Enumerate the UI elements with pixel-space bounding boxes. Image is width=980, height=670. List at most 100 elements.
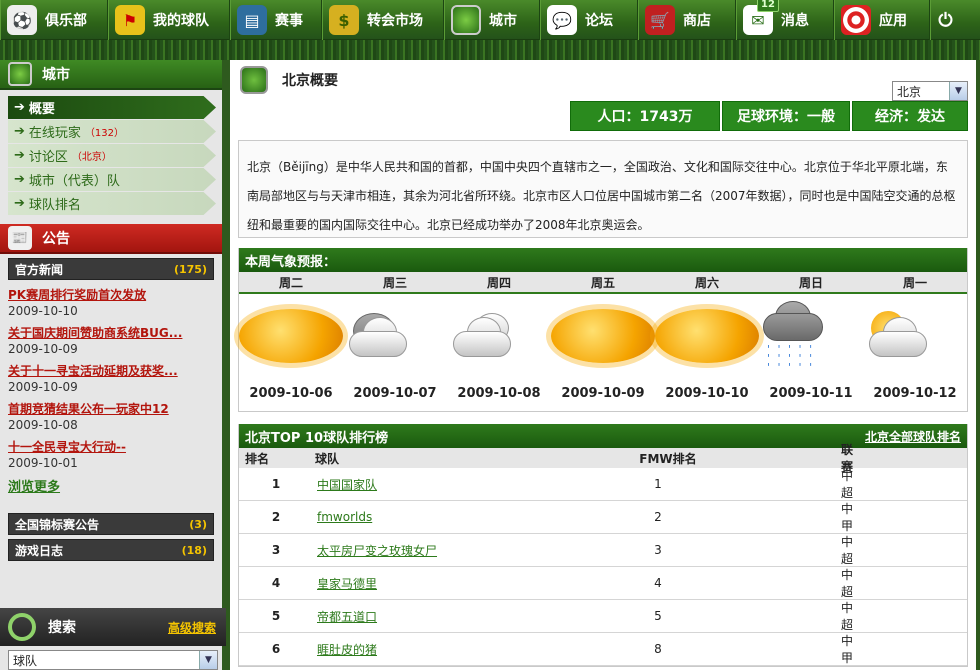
- table-row: 1 中国国家队 1 中超: [239, 468, 967, 501]
- weather-date: 2009-10-06: [249, 385, 333, 401]
- main-content: 北京概要 北京 ▼ 人口：1743万 足球环境：一般 经济：发达 北京（Běij…: [230, 60, 976, 670]
- team-ranking: 北京TOP 10球队排行榜 北京全部球队排名 排名 球队 FMW排名 联赛 1 …: [238, 424, 968, 667]
- weather-title: 本周气象预报：: [239, 248, 967, 272]
- cart-icon: 🛒: [645, 5, 675, 35]
- weather-day: 周四: [486, 276, 511, 290]
- stadium-icon: [240, 66, 268, 94]
- team-link[interactable]: 中国国家队: [317, 478, 377, 492]
- left-sidebar: 城市 ➔ 概要 ➔ 在线玩家 （132） ➔ 讨论区 （北京） ➔ 城市（代表）队 ➔ 球队排…: [0, 60, 226, 670]
- advanced-search-link[interactable]: 高级搜索: [168, 619, 216, 636]
- arrow-right-icon: ➔: [14, 148, 25, 163]
- cloudy-icon: [447, 309, 551, 363]
- city-select[interactable]: 北京 ▼: [892, 81, 968, 101]
- category-label: 游戏日志: [15, 543, 64, 558]
- nav-city[interactable]: 城市: [444, 0, 540, 40]
- weather-date: 2009-10-10: [665, 385, 749, 401]
- rank-cell: 6: [271, 642, 281, 656]
- nav-shop-label: 商店: [683, 13, 711, 29]
- league-cell: 中超: [841, 469, 854, 500]
- news-link[interactable]: 关于十一寻宝活动延期及获奖...: [8, 362, 214, 379]
- category-count: (18): [181, 543, 207, 557]
- news-category-championship[interactable]: 全国锦标赛公告 (3): [8, 513, 214, 535]
- online-count: （132）: [84, 128, 125, 139]
- nav-club-label: 俱乐部: [45, 13, 87, 29]
- city-stats: 人口：1743万 足球环境：一般 经济：发达: [568, 101, 968, 131]
- city-menu-team-ranking[interactable]: ➔ 球队排名: [8, 192, 216, 215]
- news-date: 2009-10-09: [8, 380, 78, 394]
- nav-apps[interactable]: 应用: [834, 0, 930, 40]
- target-icon: [841, 5, 871, 35]
- news-link[interactable]: 首期竞猜结果公布一玩家中12: [8, 400, 214, 417]
- grass-banner: [0, 40, 980, 60]
- team-link[interactable]: 皇家马德里: [317, 577, 377, 591]
- league-cell: 中甲: [841, 502, 854, 533]
- stat-football-environment: 足球环境：一般: [722, 101, 850, 131]
- weather-day: 周二: [278, 276, 303, 290]
- chat-icon: 💬: [547, 5, 577, 35]
- table-row: 3 太平房尸变之玫瑰女尸 3 中超: [239, 534, 967, 567]
- city-select-value: 北京: [897, 84, 922, 99]
- team-link[interactable]: 睚肚皮的猪: [317, 643, 377, 657]
- weather-day: 周日: [798, 276, 823, 290]
- sunny-icon: [239, 309, 343, 363]
- news-category-official[interactable]: 官方新闻 (175): [8, 258, 214, 280]
- weather-dates: 2009-10-06 2009-10-07 2009-10-08 2009-10…: [239, 378, 967, 408]
- arrow-right-icon: ➔: [14, 100, 25, 115]
- nav-messages[interactable]: ✉ 12 消息: [736, 0, 834, 40]
- cloudy-night-icon: [343, 309, 447, 363]
- fmw-cell: 2: [654, 510, 662, 524]
- top-navigation: ⚽ 俱乐部 ⚑ 我的球队 ▤ 赛事 $ 转会市场 城市 💬 论坛 🛒 商店 ✉ …: [0, 0, 980, 40]
- nav-forum[interactable]: 💬 论坛: [540, 0, 638, 40]
- news-category-game-log[interactable]: 游戏日志 (18): [8, 539, 214, 561]
- money-bag-icon: $: [329, 5, 359, 35]
- soccer-ball-icon: ⚽: [7, 5, 37, 35]
- news-list: 官方新闻 (175) PK赛周排行奖励首次发放 2009-10-10 关于国庆期间…: [0, 254, 222, 565]
- magnifier-icon: [8, 613, 36, 641]
- weather-icons: ' ' ' ' ' ' ' ' ' ' ' ' ' ' ': [239, 294, 967, 378]
- news-link[interactable]: 关于国庆期间赞助商系统BUG...: [8, 324, 214, 341]
- weather-day: 周一: [902, 276, 927, 290]
- power-icon: ⏻: [938, 9, 953, 31]
- rank-cell: 1: [271, 477, 281, 491]
- rank-cell: 4: [271, 576, 281, 590]
- col-team: 球队: [315, 451, 340, 466]
- city-menu-online-players[interactable]: ➔ 在线玩家 （132）: [8, 120, 216, 143]
- chevron-down-icon: ▼: [949, 82, 967, 100]
- newspaper-icon: 📰: [8, 226, 32, 250]
- all-ranking-link[interactable]: 北京全部球队排名: [865, 428, 961, 445]
- weather-date: 2009-10-07: [353, 385, 437, 401]
- city-menu-overview[interactable]: ➔ 概要: [8, 96, 216, 119]
- city-menu-city-team[interactable]: ➔ 城市（代表）队: [8, 168, 216, 191]
- ranking-column-headers: 排名 球队 FMW排名 联赛: [239, 443, 967, 474]
- power-button[interactable]: ⏻: [930, 0, 960, 40]
- nav-forum-label: 论坛: [585, 13, 613, 29]
- team-link[interactable]: fmworlds: [317, 510, 372, 524]
- nav-match[interactable]: ▤ 赛事: [230, 0, 322, 40]
- team-link[interactable]: 帝都五道口: [317, 610, 377, 624]
- league-cell: 中超: [841, 535, 854, 566]
- arrow-right-icon: ➔: [14, 124, 25, 139]
- nav-city-label: 城市: [489, 13, 517, 29]
- news-date: 2009-10-10: [8, 304, 78, 318]
- ticket-icon: ▤: [237, 5, 267, 35]
- news-link[interactable]: PK赛周排行奖励首次发放: [8, 286, 214, 303]
- nav-my-team[interactable]: ⚑ 我的球队: [108, 0, 230, 40]
- nav-shop[interactable]: 🛒 商店: [638, 0, 736, 40]
- nav-transfer-market[interactable]: $ 转会市场: [322, 0, 444, 40]
- browse-more-link[interactable]: 浏览更多: [8, 476, 214, 495]
- news-date: 2009-10-09: [8, 342, 78, 356]
- announcement-header: 📰 公告: [0, 224, 222, 254]
- search-header: 搜索 高级搜索: [0, 608, 226, 646]
- team-link[interactable]: 太平房尸变之玫瑰女尸: [317, 544, 437, 558]
- city-menu-discussion[interactable]: ➔ 讨论区 （北京）: [8, 144, 216, 167]
- news-date: 2009-10-08: [8, 418, 78, 432]
- league-cell: 中甲: [841, 634, 854, 665]
- category-label: 官方新闻: [15, 262, 64, 277]
- nav-club[interactable]: ⚽ 俱乐部: [0, 0, 108, 40]
- news-date: 2009-10-01: [8, 456, 78, 470]
- category-label: 全国锦标赛公告: [15, 517, 100, 532]
- search-type-select[interactable]: 球队 ▼: [8, 650, 218, 670]
- menu-label: 讨论区: [28, 150, 68, 165]
- news-link[interactable]: 十一全民寻宝大行动--: [8, 438, 214, 455]
- table-row: 2 fmworlds 2 中甲: [239, 501, 967, 534]
